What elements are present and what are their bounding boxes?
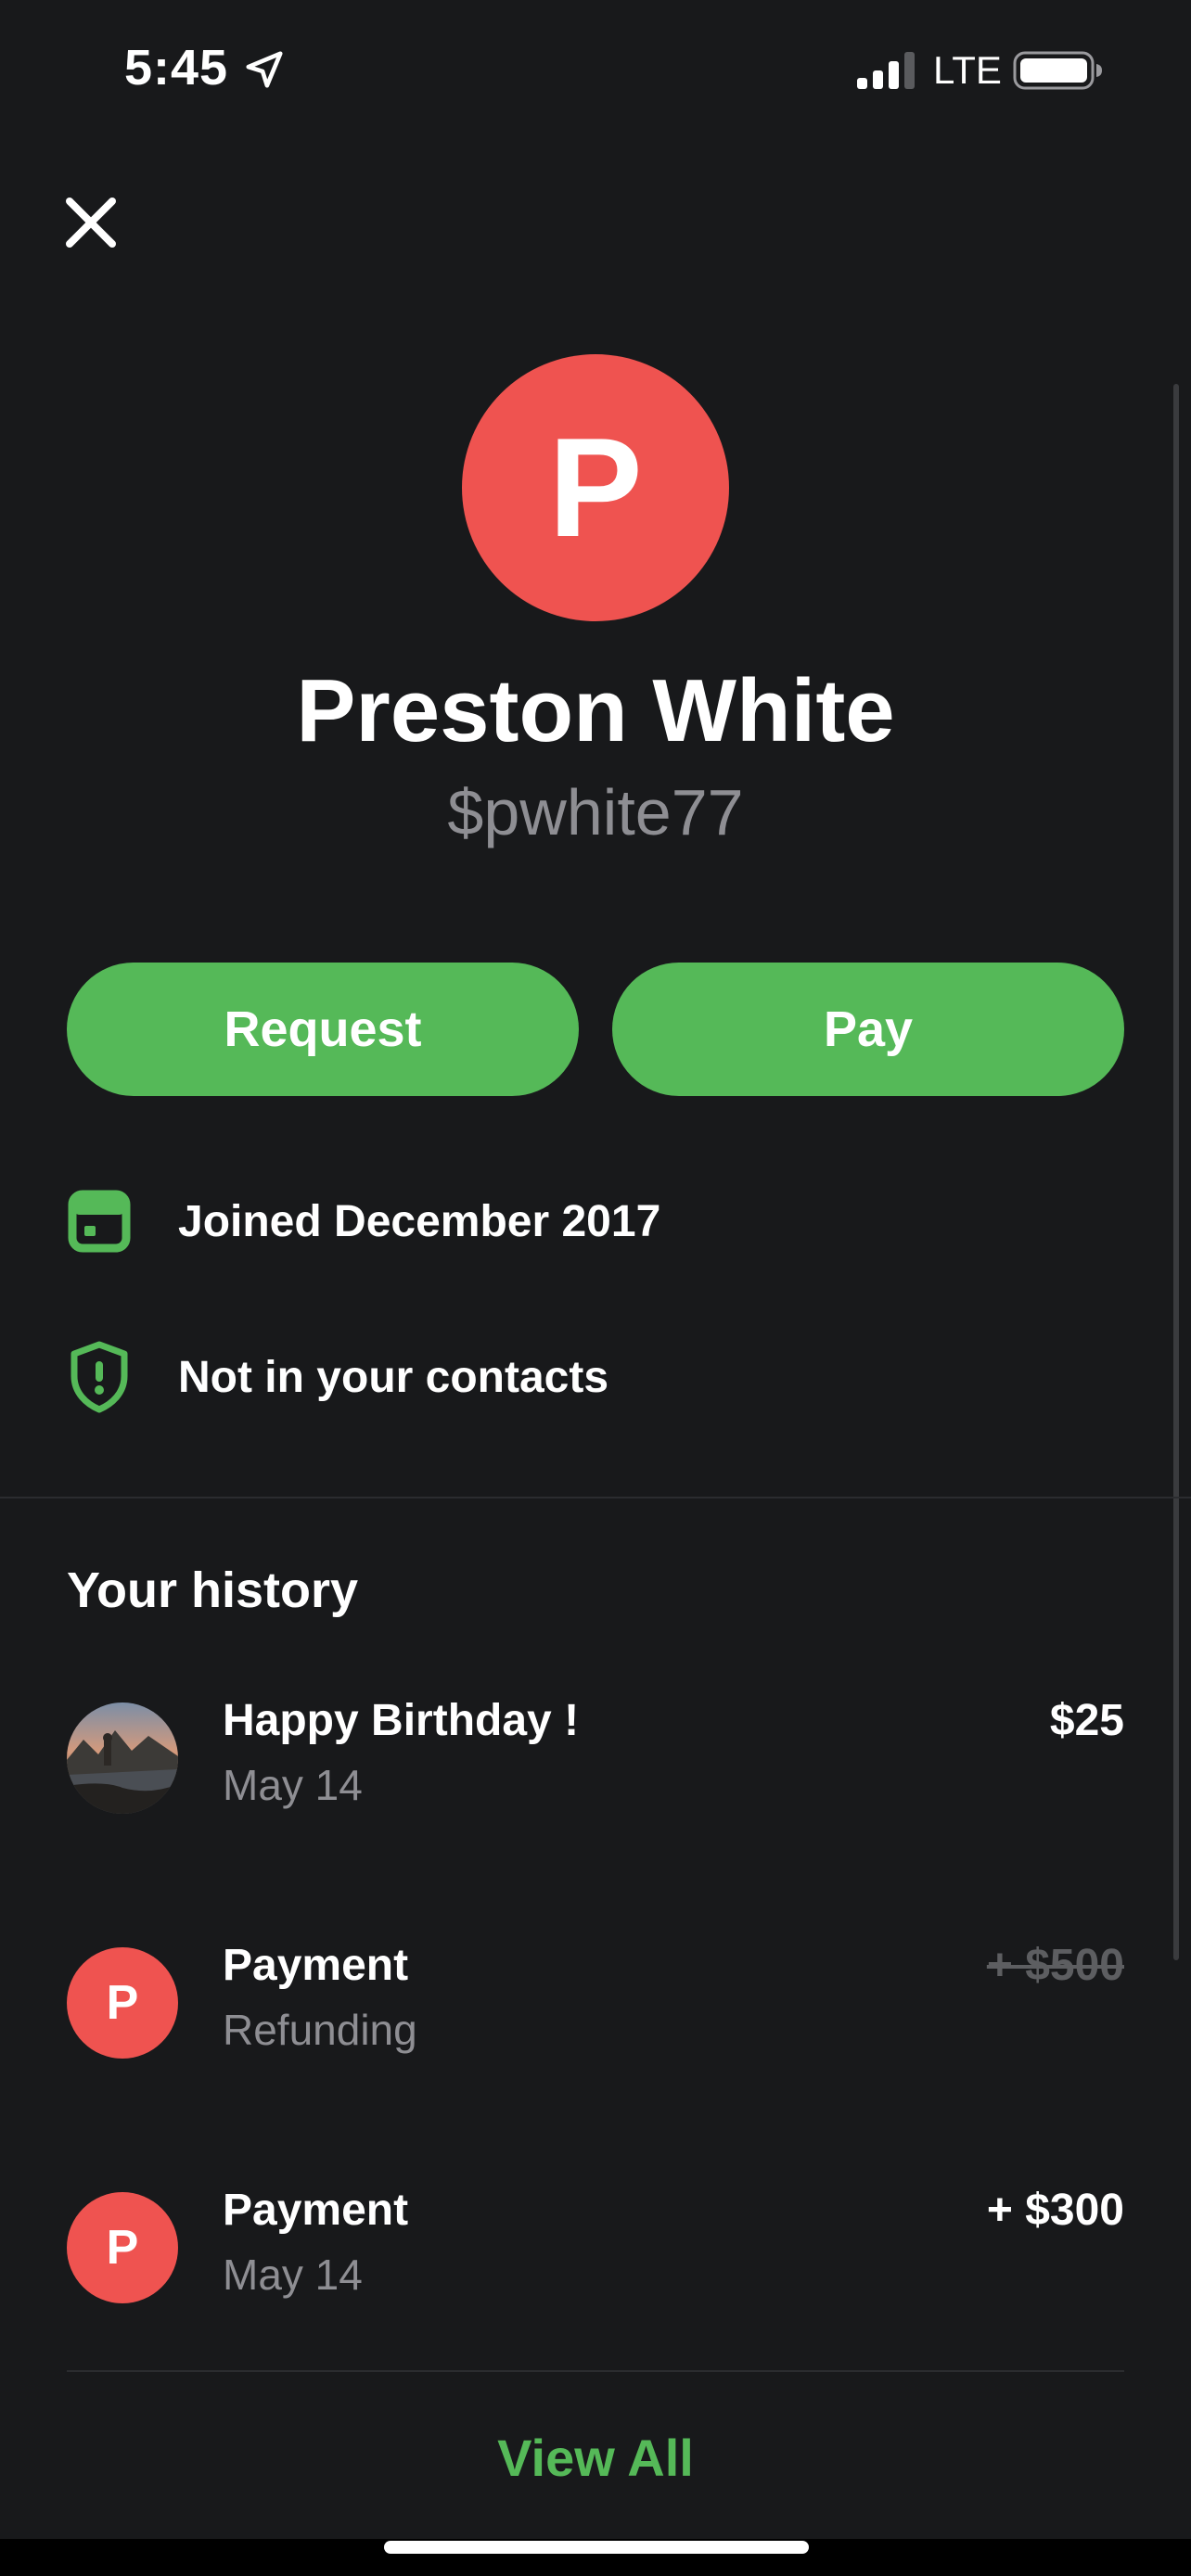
- history-item-date: May 14: [223, 1761, 363, 1809]
- home-indicator[interactable]: [384, 2541, 809, 2554]
- request-button[interactable]: Request: [67, 963, 579, 1096]
- joined-date-row: Joined December 2017: [67, 1183, 1124, 1257]
- network-type: LTE: [933, 48, 1002, 92]
- history-title: Your history: [67, 1562, 359, 1618]
- view-all-link[interactable]: View All: [0, 2428, 1191, 2488]
- history-item[interactable]: P Payment May 14 + $300: [67, 2185, 1124, 2305]
- history-item[interactable]: P Payment Refunding + $500: [67, 1940, 1124, 2060]
- history-item-amount: + $500: [986, 1941, 1124, 1990]
- profile-avatar: P: [462, 354, 729, 621]
- history-item-title: Happy Birthday !: [223, 1696, 580, 1745]
- cellular-signal-icon: [857, 52, 915, 89]
- shield-alert-icon: [70, 1341, 128, 1413]
- history-item-title: Payment: [223, 1941, 409, 1990]
- pay-button[interactable]: Pay: [612, 963, 1124, 1096]
- letter-avatar: P: [67, 2192, 178, 2303]
- history-item[interactable]: Happy Birthday ! May 14 $25: [67, 1695, 1124, 1816]
- landscape-photo-icon: [67, 1702, 178, 1814]
- photo-avatar: [67, 1702, 178, 1814]
- history-item-amount: + $300: [986, 2186, 1124, 2235]
- profile-cashtag: $pwhite77: [447, 776, 744, 848]
- contact-status-row: Not in your contacts: [67, 1339, 1124, 1413]
- scroll-indicator[interactable]: [1173, 384, 1179, 1960]
- history-item-amount: $25: [1049, 1696, 1124, 1745]
- close-button[interactable]: [58, 189, 124, 256]
- calendar-icon: [68, 1190, 131, 1253]
- battery-icon: [1013, 51, 1102, 90]
- history-divider: [67, 2370, 1124, 2372]
- status-time: 5:45: [124, 40, 229, 96]
- history-item-title: Payment: [223, 2186, 409, 2235]
- history-item-status: Refunding: [223, 2006, 417, 2054]
- location-arrow-icon: [246, 51, 283, 88]
- status-bar: 5:45 LTE: [0, 0, 1191, 139]
- contact-status-label: Not in your contacts: [178, 1353, 609, 1402]
- history-item-date: May 14: [223, 2251, 363, 2299]
- section-divider: [0, 1497, 1191, 1498]
- letter-avatar: P: [67, 1947, 178, 2059]
- close-icon: [66, 198, 116, 248]
- joined-date-label: Joined December 2017: [178, 1197, 661, 1246]
- profile-name: Preston White: [296, 661, 895, 760]
